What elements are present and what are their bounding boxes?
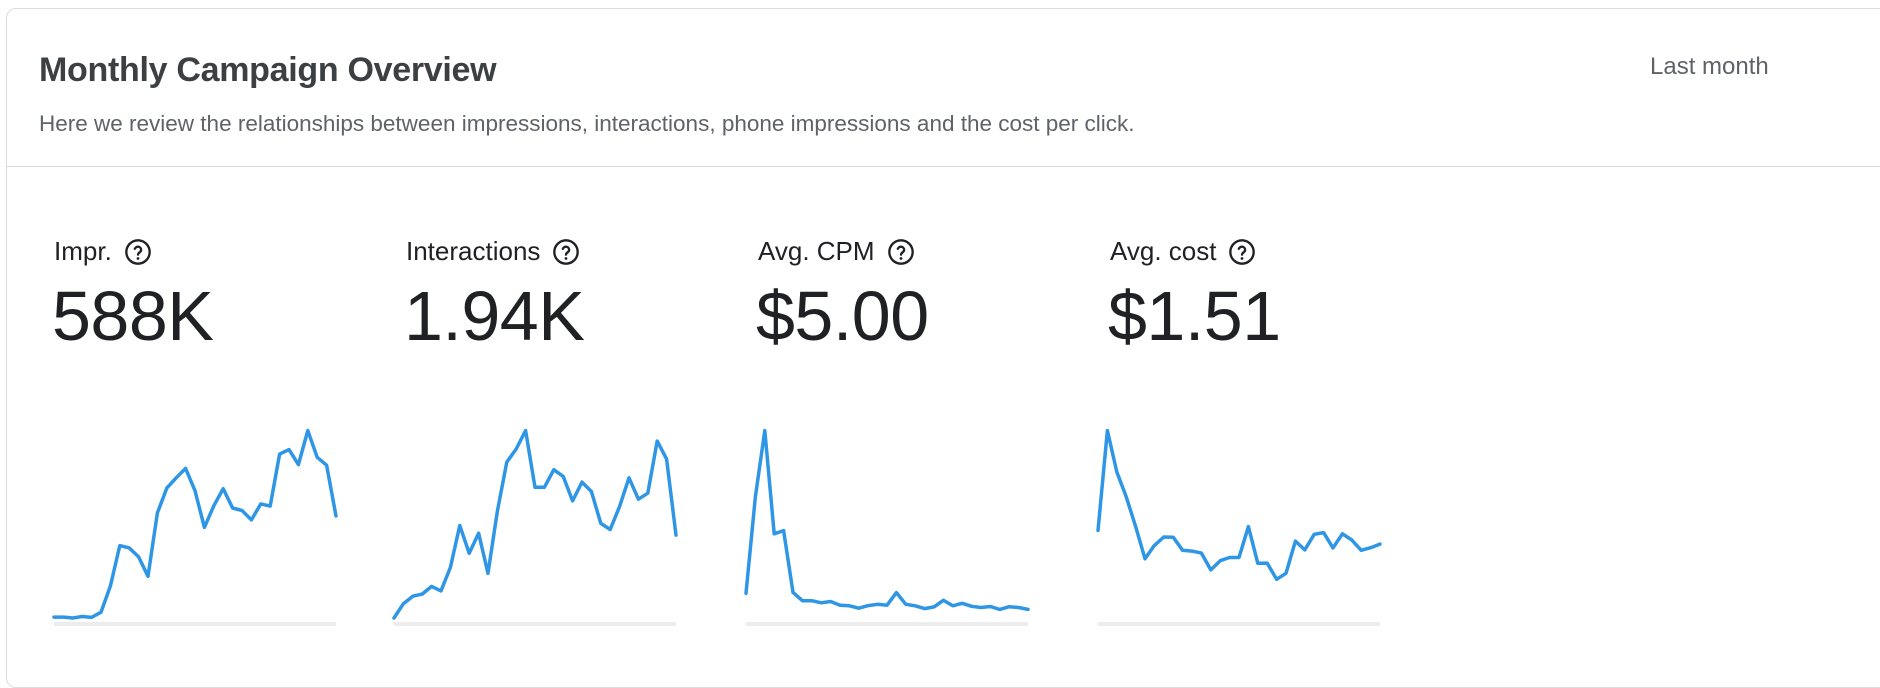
sparkline-series-line	[392, 428, 678, 620]
help-circle-icon[interactable]	[124, 238, 152, 266]
sparkline-chart	[52, 428, 338, 626]
metric-interactions: Interactions 1.94K	[392, 0, 696, 659]
metric-label-row: Avg. cost	[1110, 236, 1256, 267]
metric-label: Avg. cost	[1110, 236, 1217, 266]
metric-value: $5.00	[756, 277, 929, 355]
help-circle-icon[interactable]	[887, 238, 915, 266]
metric-avg-cpm: Avg. CPM $5.00	[744, 0, 1048, 659]
metric-label-row: Avg. CPM	[758, 236, 915, 267]
date-range-selector[interactable]: Last month	[1650, 53, 1769, 81]
metric-impressions: Impr. 588K	[52, 0, 344, 659]
metric-label-row: Interactions	[406, 236, 580, 267]
sparkline-series-line	[744, 428, 1030, 612]
help-circle-icon[interactable]	[552, 238, 580, 266]
metric-avg-cost: Avg. cost $1.51	[1096, 0, 1400, 659]
sparkline-series-line	[52, 428, 338, 620]
help-circle-icon[interactable]	[1228, 238, 1256, 266]
metric-label-row: Impr.	[54, 236, 152, 267]
metric-label: Avg. CPM	[758, 236, 875, 266]
sparkline-series-line	[1096, 428, 1382, 582]
metric-value: 588K	[52, 277, 214, 355]
sparkline-chart	[1096, 428, 1382, 626]
metric-value: 1.94K	[404, 277, 585, 355]
metric-label: Interactions	[406, 236, 541, 266]
sparkline-chart	[744, 428, 1030, 626]
metric-value: $1.51	[1108, 277, 1281, 355]
metric-label: Impr.	[54, 236, 112, 266]
sparkline-chart	[392, 428, 678, 626]
